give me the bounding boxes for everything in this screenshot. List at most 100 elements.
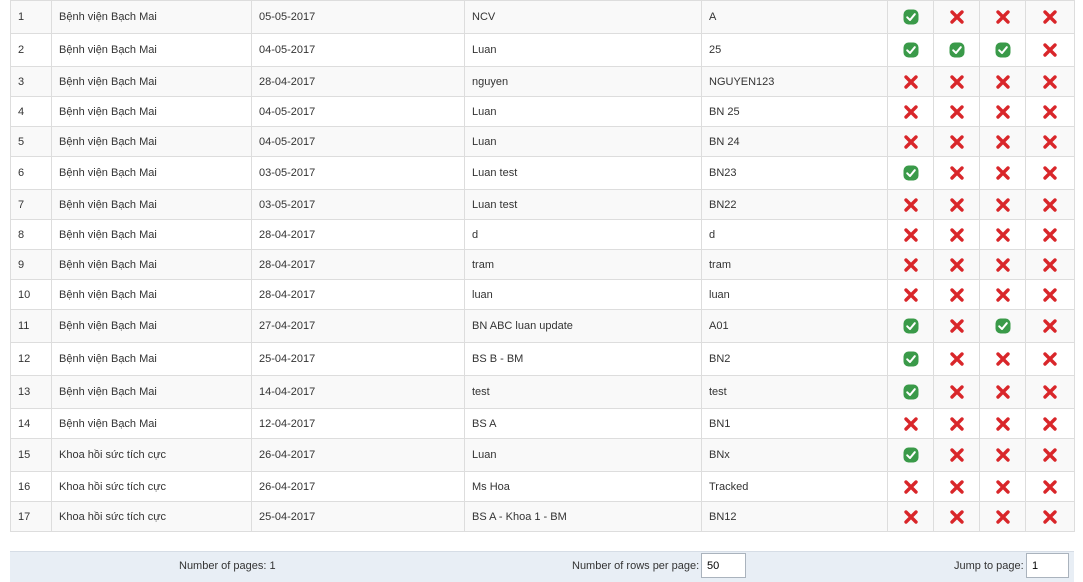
cross-icon[interactable] xyxy=(1042,165,1058,181)
status-cell-3 xyxy=(979,471,1026,502)
check-icon[interactable] xyxy=(903,318,919,334)
table-row[interactable]: 3 Bệnh viện Bạch Mai 28-04-2017 nguyen NGUYE… xyxy=(10,66,1075,97)
status-cell-1 xyxy=(887,0,934,34)
cross-icon[interactable] xyxy=(949,509,965,525)
status-cell-1 xyxy=(887,408,934,439)
cross-icon[interactable] xyxy=(903,416,919,432)
cross-icon[interactable] xyxy=(949,384,965,400)
table-row[interactable]: 9 Bệnh viện Bạch Mai 28-04-2017 tram tram xyxy=(10,249,1075,280)
cross-icon[interactable] xyxy=(1042,42,1058,58)
table-row[interactable]: 10 Bệnh viện Bạch Mai 28-04-2017 luan luan xyxy=(10,279,1075,310)
check-icon[interactable] xyxy=(903,165,919,181)
status-cell-2 xyxy=(933,219,980,250)
table-row[interactable]: 13 Bệnh viện Bạch Mai 14-04-2017 test test xyxy=(10,375,1075,409)
cross-icon[interactable] xyxy=(903,509,919,525)
cross-icon[interactable] xyxy=(949,197,965,213)
cross-icon[interactable] xyxy=(1042,384,1058,400)
table-row[interactable]: 8 Bệnh viện Bạch Mai 28-04-2017 d d xyxy=(10,219,1075,250)
cross-icon[interactable] xyxy=(949,165,965,181)
cross-icon[interactable] xyxy=(949,74,965,90)
cross-icon[interactable] xyxy=(949,318,965,334)
name-cell: test xyxy=(464,375,702,409)
status-cell-2 xyxy=(933,501,980,532)
cross-icon[interactable] xyxy=(1042,447,1058,463)
cross-icon[interactable] xyxy=(1042,351,1058,367)
table-row[interactable]: 15 Khoa hồi sức tích cực 26-04-2017 Luan BNx xyxy=(10,438,1075,472)
cross-icon[interactable] xyxy=(903,227,919,243)
cross-icon[interactable] xyxy=(995,416,1011,432)
cross-icon[interactable] xyxy=(949,227,965,243)
cross-icon[interactable] xyxy=(995,257,1011,273)
cross-icon[interactable] xyxy=(995,134,1011,150)
status-cell-4 xyxy=(1025,0,1075,34)
table-row[interactable]: 14 Bệnh viện Bạch Mai 12-04-2017 BS A BN1 xyxy=(10,408,1075,439)
cross-icon[interactable] xyxy=(995,351,1011,367)
rows-per-page-input[interactable] xyxy=(701,553,746,578)
check-icon[interactable] xyxy=(903,447,919,463)
cross-icon[interactable] xyxy=(903,74,919,90)
status-cell-4 xyxy=(1025,279,1075,310)
cross-icon[interactable] xyxy=(1042,104,1058,120)
cross-icon[interactable] xyxy=(949,134,965,150)
cross-icon[interactable] xyxy=(949,257,965,273)
cross-icon[interactable] xyxy=(1042,479,1058,495)
cross-icon[interactable] xyxy=(903,104,919,120)
hospital-cell: Bệnh viện Bạch Mai xyxy=(51,189,252,220)
table-row[interactable]: 12 Bệnh viện Bạch Mai 25-04-2017 BS B - BM B… xyxy=(10,342,1075,376)
check-icon[interactable] xyxy=(903,351,919,367)
jump-to-page-input[interactable] xyxy=(1026,553,1069,578)
cross-icon[interactable] xyxy=(1042,134,1058,150)
cross-icon[interactable] xyxy=(1042,509,1058,525)
cross-icon[interactable] xyxy=(1042,318,1058,334)
status-cell-1 xyxy=(887,375,934,409)
cross-icon[interactable] xyxy=(1042,287,1058,303)
cross-icon[interactable] xyxy=(949,104,965,120)
table-row[interactable]: 17 Khoa hồi sức tích cực 25-04-2017 BS A - … xyxy=(10,501,1075,532)
table-row[interactable]: 16 Khoa hồi sức tích cực 26-04-2017 Ms Hoa T… xyxy=(10,471,1075,502)
name-cell: Luan test xyxy=(464,156,702,190)
cross-icon[interactable] xyxy=(949,416,965,432)
cross-icon[interactable] xyxy=(995,9,1011,25)
cross-icon[interactable] xyxy=(995,165,1011,181)
cross-icon[interactable] xyxy=(995,197,1011,213)
cross-icon[interactable] xyxy=(903,287,919,303)
check-icon[interactable] xyxy=(903,9,919,25)
table-row[interactable]: 5 Bệnh viện Bạch Mai 04-05-2017 Luan BN 24 xyxy=(10,126,1075,157)
cross-icon[interactable] xyxy=(1042,257,1058,273)
cross-icon[interactable] xyxy=(995,74,1011,90)
cross-icon[interactable] xyxy=(949,479,965,495)
check-icon[interactable] xyxy=(903,42,919,58)
check-icon[interactable] xyxy=(949,42,965,58)
check-icon[interactable] xyxy=(995,318,1011,334)
table-row[interactable]: 6 Bệnh viện Bạch Mai 03-05-2017 Luan test BN… xyxy=(10,156,1075,190)
cross-icon[interactable] xyxy=(995,384,1011,400)
cross-icon[interactable] xyxy=(1042,9,1058,25)
table-row[interactable]: 2 Bệnh viện Bạch Mai 04-05-2017 Luan 25 xyxy=(10,33,1075,67)
cross-icon[interactable] xyxy=(903,257,919,273)
cross-icon[interactable] xyxy=(1042,227,1058,243)
check-icon[interactable] xyxy=(995,42,1011,58)
cross-icon[interactable] xyxy=(995,447,1011,463)
cross-icon[interactable] xyxy=(949,351,965,367)
cross-icon[interactable] xyxy=(949,447,965,463)
status-cell-2 xyxy=(933,438,980,472)
cross-icon[interactable] xyxy=(995,104,1011,120)
cross-icon[interactable] xyxy=(1042,197,1058,213)
table-row[interactable]: 1 Bệnh viện Bạch Mai 05-05-2017 NCV A xyxy=(10,0,1075,34)
table-row[interactable]: 11 Bệnh viện Bạch Mai 27-04-2017 BN ABC lua… xyxy=(10,309,1075,343)
table-row[interactable]: 4 Bệnh viện Bạch Mai 04-05-2017 Luan BN 25 xyxy=(10,96,1075,127)
cross-icon[interactable] xyxy=(995,287,1011,303)
cross-icon[interactable] xyxy=(995,479,1011,495)
cross-icon[interactable] xyxy=(903,479,919,495)
cross-icon[interactable] xyxy=(949,287,965,303)
cross-icon[interactable] xyxy=(995,227,1011,243)
cross-icon[interactable] xyxy=(1042,74,1058,90)
cross-icon[interactable] xyxy=(1042,416,1058,432)
cross-icon[interactable] xyxy=(995,509,1011,525)
table-row[interactable]: 7 Bệnh viện Bạch Mai 03-05-2017 Luan test BN… xyxy=(10,189,1075,220)
cross-icon[interactable] xyxy=(949,9,965,25)
cross-icon[interactable] xyxy=(903,197,919,213)
check-icon[interactable] xyxy=(903,384,919,400)
cross-icon[interactable] xyxy=(903,134,919,150)
hospital-cell: Khoa hồi sức tích cực xyxy=(51,438,252,472)
